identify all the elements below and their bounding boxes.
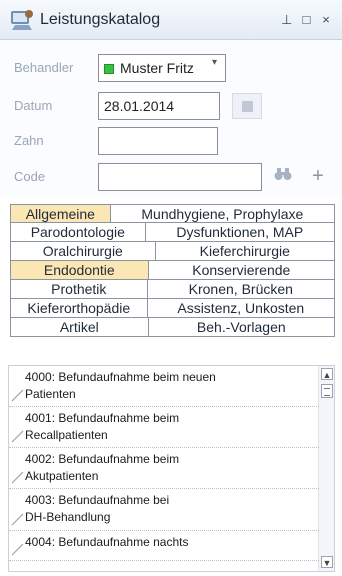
- tab-kronen-brücken[interactable]: Kronen, Brücken: [147, 280, 335, 299]
- window-titlebar: Leistungskatalog ⊥ □ ×: [0, 0, 342, 40]
- scroll-up-button[interactable]: ▲: [321, 368, 333, 380]
- binoculars-icon: [274, 168, 292, 180]
- zahn-field[interactable]: [98, 127, 218, 155]
- tab-mundhygiene-prophylaxe[interactable]: Mundhygiene, Prophylaxe: [110, 204, 335, 223]
- list-item-line2: Patienten: [25, 387, 76, 401]
- datum-label: Datum: [14, 98, 53, 113]
- tab-assistenz-unkosten[interactable]: Assistenz, Unkosten: [147, 299, 335, 318]
- scroll-thumb[interactable]: [321, 384, 333, 398]
- list-item-line2: Recallpatienten: [25, 428, 108, 442]
- list-item-text: 4001: Befundaufnahme beim Recallpatienten: [25, 410, 315, 444]
- practitioner-color-icon: [104, 64, 114, 74]
- behandler-select[interactable]: Muster Fritz ▾: [98, 54, 226, 82]
- tab-row: Oralchirurgie Kieferchirurgie: [10, 242, 335, 261]
- tab-kieferorthopädie[interactable]: Kieferorthopädie: [11, 299, 148, 318]
- tab-kieferchirurgie[interactable]: Kieferchirurgie: [155, 242, 335, 261]
- pin-button[interactable]: ⊥: [279, 12, 295, 28]
- list-item-line1: 4000: Befundaufnahme beim neuen: [25, 370, 216, 384]
- pen-icon: [11, 543, 24, 556]
- list-item-text: 4004: Befundaufnahme nachts: [25, 534, 315, 551]
- list-item[interactable]: 4003: Befundaufnahme bei DH-Behandlung: [9, 489, 319, 531]
- behandler-label: Behandler: [14, 60, 74, 75]
- scroll-down-button[interactable]: ▼: [321, 556, 333, 568]
- tab-row: Endodontie Konservierende: [10, 261, 335, 280]
- datum-field[interactable]: 28.01.2014: [98, 92, 220, 120]
- list-item-text: 4000: Befundaufnahme beim neuen Patienten: [25, 369, 315, 403]
- chevron-down-icon: ▾: [211, 57, 217, 68]
- leistungen-list: ▲ ▼ 4000: Befundaufnahme beim neuen Patie…: [8, 365, 335, 572]
- add-button[interactable]: +: [304, 163, 332, 191]
- list-item-text: 4003: Befundaufnahme bei DH-Behandlung: [25, 492, 315, 526]
- window-title: Leistungskatalog: [40, 11, 161, 28]
- list-item-line1: 4004: Befundaufnahme nachts: [25, 535, 189, 549]
- search-binoculars-icon[interactable]: [268, 163, 298, 191]
- list-item[interactable]: 4004: Befundaufnahme nachts: [9, 531, 319, 561]
- list-item[interactable]: 4000: Befundaufnahme beim neuen Patienten: [9, 366, 319, 407]
- tab-beh-vorlagen[interactable]: Beh.-Vorlagen: [148, 318, 335, 337]
- tab-parodontologie[interactable]: Parodontologie: [11, 223, 146, 242]
- code-label: Code: [14, 169, 46, 184]
- tab-prothetik[interactable]: Prothetik: [11, 280, 148, 299]
- search-form: Behandler Muster Fritz ▾ Datum 28.01.201…: [0, 40, 342, 196]
- tab-row: Allgemeine Mundhygiene, Prophylaxe: [10, 204, 335, 223]
- list-item-line2: Akutpatienten: [25, 469, 99, 483]
- calendar-button[interactable]: [232, 93, 262, 119]
- pen-icon: [11, 471, 24, 484]
- tab-artikel[interactable]: Artikel: [11, 318, 149, 337]
- behandler-row: Behandler Muster Fritz ▾: [0, 52, 342, 82]
- tab-oralchirurgie[interactable]: Oralchirurgie: [11, 242, 156, 261]
- tab-allgemeine[interactable]: Allgemeine: [11, 204, 111, 223]
- pen-icon: [11, 389, 24, 402]
- maximize-button[interactable]: □: [298, 12, 314, 27]
- code-field[interactable]: [98, 163, 262, 191]
- code-row: Code +: [0, 161, 342, 191]
- datum-row: Datum 28.01.2014: [0, 90, 342, 120]
- window-controls: ⊥ □ ×: [279, 12, 334, 28]
- list-item-text: 4002: Befundaufnahme beim Akutpatienten: [25, 451, 315, 485]
- tab-row: Kieferorthopädie Assistenz, Unkosten: [10, 299, 335, 318]
- zahn-row: Zahn: [0, 125, 342, 155]
- list-item-line2: DH-Behandlung: [25, 510, 111, 524]
- pen-icon: [11, 430, 24, 443]
- tab-dysfunktionen-map[interactable]: Dysfunktionen, MAP: [145, 223, 335, 242]
- list-item-line1: 4001: Befundaufnahme beim: [25, 411, 180, 425]
- category-tabs: Allgemeine Mundhygiene, Prophylaxe Parodon…: [10, 204, 335, 337]
- zahn-label: Zahn: [14, 133, 44, 148]
- list-item[interactable]: 4002: Befundaufnahme beim Akutpatienten: [9, 448, 319, 489]
- behandler-value: Muster Fritz: [120, 60, 194, 76]
- close-button[interactable]: ×: [318, 12, 334, 27]
- tab-konservierende[interactable]: Konservierende: [148, 261, 335, 280]
- tab-row: Artikel Beh.-Vorlagen: [10, 318, 335, 337]
- tab-row: Prothetik Kronen, Brücken: [10, 280, 335, 299]
- list-item[interactable]: 4001: Befundaufnahme beim Recallpatienten: [9, 407, 319, 448]
- list-scrollbar[interactable]: ▲ ▼: [318, 366, 334, 571]
- catalog-app-icon: [11, 10, 33, 30]
- tab-endodontie[interactable]: Endodontie: [11, 261, 149, 280]
- list-item-line1: 4003: Befundaufnahme bei: [25, 493, 170, 507]
- datum-value: 28.01.2014: [104, 98, 175, 114]
- list-item-line1: 4002: Befundaufnahme beim: [25, 452, 180, 466]
- pen-icon: [11, 513, 24, 526]
- tab-row: Parodontologie Dysfunktionen, MAP: [10, 223, 335, 242]
